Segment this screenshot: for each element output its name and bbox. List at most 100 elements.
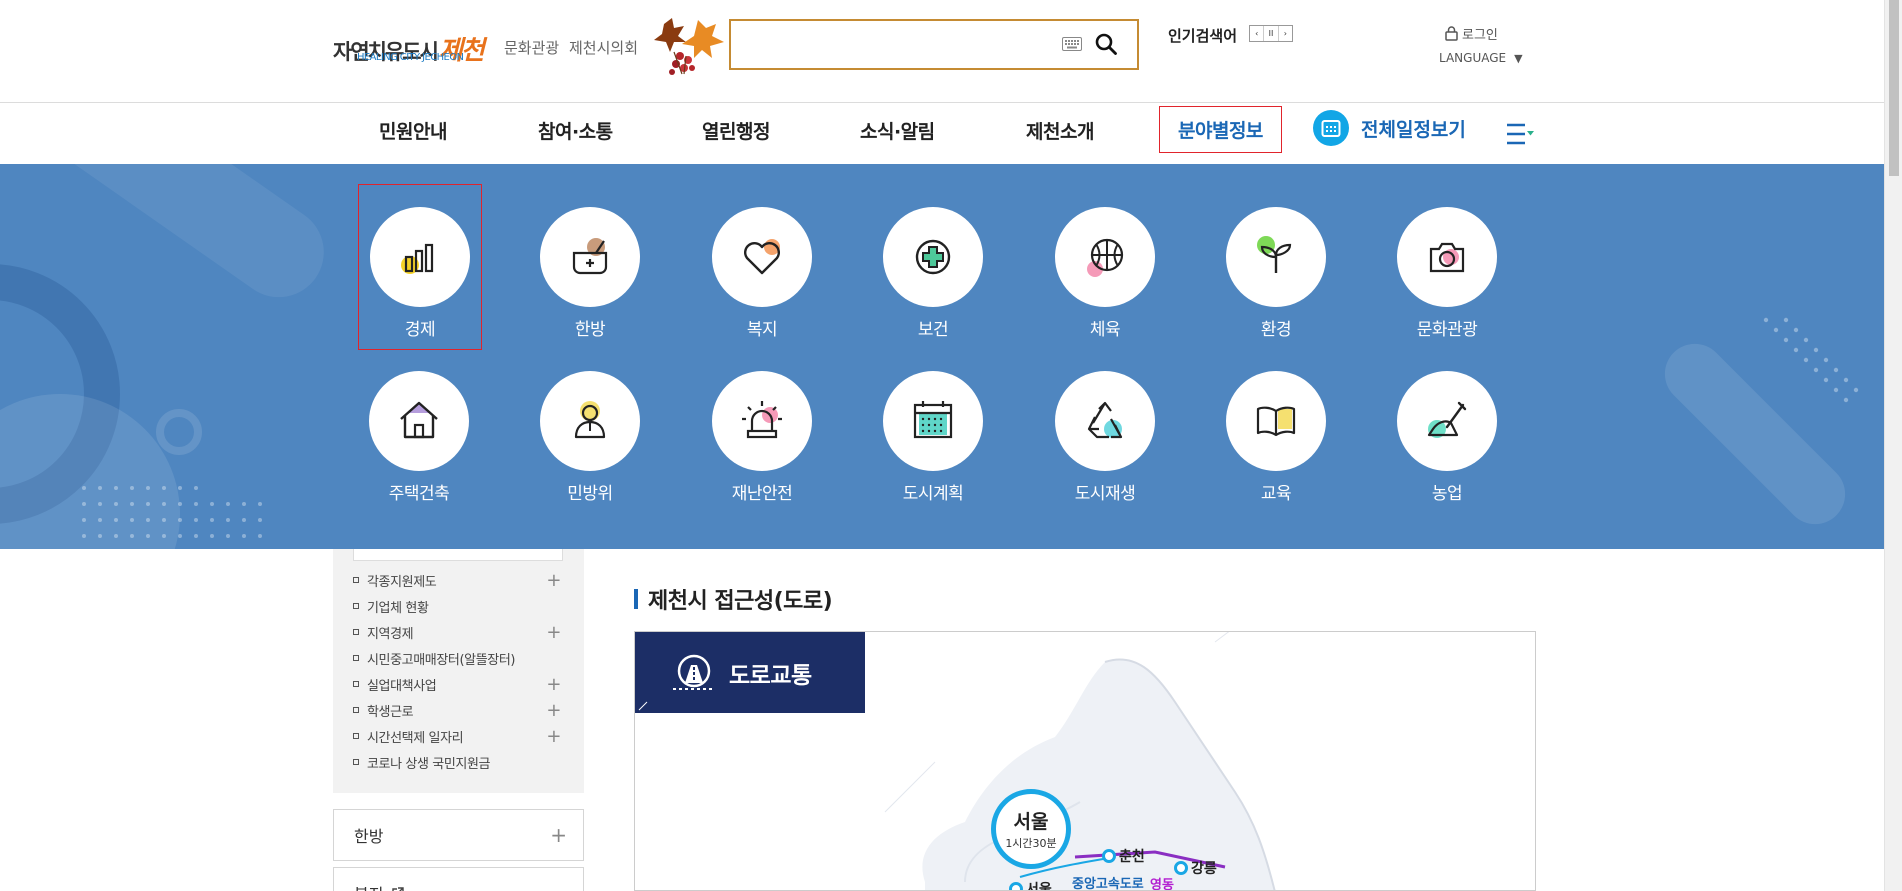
bullet-square-icon bbox=[353, 577, 359, 583]
prev-keyword-button[interactable]: ‹ bbox=[1250, 26, 1265, 41]
category-label: 환경 bbox=[1260, 320, 1292, 340]
sidebar-item-used-market[interactable]: 시민중고매매장터(알뜰장터) bbox=[353, 645, 568, 671]
bullet-square-icon bbox=[353, 629, 359, 635]
category-economy[interactable]: 경제 bbox=[358, 184, 482, 350]
recycle-icon bbox=[1087, 401, 1123, 439]
search-box bbox=[729, 19, 1139, 70]
category-urban-planning[interactable]: 도시계획 bbox=[878, 371, 988, 504]
sidebar: 각종지원제도 + 기업체 현황 지역경제 + 시민중고매매장터(알뜰장터) 실업대책… bbox=[333, 549, 584, 891]
sidebar-item-label: 시간선택제 일자리 bbox=[367, 730, 464, 746]
all-schedule-label: 전체일정보기 bbox=[1361, 118, 1466, 141]
sidebar-item-part-time-jobs[interactable]: 시간선택제 일자리 + bbox=[353, 723, 568, 749]
menu-toggle-icon[interactable] bbox=[1505, 121, 1535, 147]
sidebar-item-support-systems[interactable]: 각종지원제도 + bbox=[353, 567, 568, 593]
category-sports[interactable]: 체육 bbox=[1050, 207, 1160, 340]
next-keyword-button[interactable]: › bbox=[1279, 26, 1292, 41]
category-health[interactable]: 보건 bbox=[878, 207, 988, 340]
sidebar-category-welfare[interactable]: 복지 bbox=[333, 867, 584, 891]
calendar-icon bbox=[1313, 110, 1349, 146]
scrollbar-thumb[interactable] bbox=[1889, 0, 1899, 176]
sidebar-item-label: 각종지원제도 bbox=[367, 574, 437, 590]
category-disaster-safety[interactable]: 재난안전 bbox=[707, 371, 817, 504]
nav-about-jecheon[interactable]: 제천소개 bbox=[1026, 117, 1094, 144]
bullet-square-icon bbox=[353, 707, 359, 713]
road-traffic-badge: 도로교통 bbox=[635, 632, 865, 713]
category-label: 주택건축 bbox=[388, 484, 450, 504]
nav-field-info[interactable]: 분야별정보 bbox=[1159, 106, 1282, 153]
decor-small-ring bbox=[156, 409, 202, 455]
category-label: 보건 bbox=[917, 320, 949, 340]
logo-subtitle: HEALING CITY JECHEON bbox=[357, 52, 464, 63]
siren-icon bbox=[742, 401, 782, 439]
camera-icon bbox=[1429, 242, 1465, 273]
category-herbal-circle bbox=[540, 207, 640, 307]
link-city-council[interactable]: 제천시의회 bbox=[569, 37, 638, 58]
category-label: 도시재생 bbox=[1074, 484, 1136, 504]
category-label: 재난안전 bbox=[731, 484, 793, 504]
pause-keyword-button[interactable]: II bbox=[1264, 26, 1279, 41]
sidebar-category-herbal[interactable]: 한방 + bbox=[333, 809, 584, 861]
map-pin-icon bbox=[1009, 882, 1023, 890]
sidebar-item-company-status[interactable]: 기업체 현황 bbox=[353, 593, 568, 619]
category-civil-defense[interactable]: 민방위 bbox=[535, 371, 645, 504]
map-pin-icon bbox=[1102, 849, 1116, 863]
bullet-square-icon bbox=[353, 759, 359, 765]
category-disaster-safety-circle bbox=[712, 371, 812, 471]
all-schedule-button[interactable]: 전체일정보기 bbox=[1313, 110, 1466, 146]
category-culture-tourism[interactable]: 문화관광 bbox=[1392, 207, 1502, 340]
sidebar-item-label: 지역경제 bbox=[367, 626, 414, 642]
language-select[interactable]: LANGUAGE ▼ bbox=[1439, 51, 1523, 65]
category-environment[interactable]: 환경 bbox=[1221, 207, 1331, 340]
sidebar-item-label: 실업대책사업 bbox=[367, 678, 437, 694]
search-icon[interactable] bbox=[1094, 32, 1118, 56]
keyboard-icon[interactable] bbox=[1062, 37, 1082, 51]
link-culture-tourism[interactable]: 문화관광 bbox=[504, 37, 559, 58]
search-input[interactable] bbox=[741, 31, 1041, 59]
nav-civil-service[interactable]: 민원안내 bbox=[379, 117, 447, 144]
category-urban-planning-circle bbox=[883, 371, 983, 471]
category-agriculture[interactable]: 농업 bbox=[1392, 371, 1502, 504]
sidebar-item-unemployment[interactable]: 실업대책사업 + bbox=[353, 671, 568, 697]
calendar-grid-icon bbox=[913, 401, 953, 439]
plus-icon[interactable]: + bbox=[546, 622, 561, 643]
economy-chart-icon bbox=[401, 243, 434, 274]
book-icon bbox=[1256, 406, 1296, 437]
sidebar-economy-submenu: 각종지원제도 + 기업체 현황 지역경제 + 시민중고매매장터(알뜰장터) 실업대책… bbox=[333, 549, 584, 793]
nav-news[interactable]: 소식·알림 bbox=[860, 117, 935, 144]
plus-icon[interactable]: + bbox=[550, 823, 567, 847]
bullet-square-icon bbox=[353, 603, 359, 609]
city-label: 춘천 bbox=[1119, 849, 1145, 865]
plus-icon[interactable]: + bbox=[546, 570, 561, 591]
login-link[interactable]: 로그인 bbox=[1445, 24, 1498, 43]
sidebar-item-covid-support[interactable]: 코로나 상생 국민지원금 bbox=[353, 749, 568, 775]
road-label-jungang: 중앙고속도로 bbox=[1072, 877, 1144, 891]
plus-icon[interactable]: + bbox=[546, 726, 561, 747]
category-welfare-circle bbox=[712, 207, 812, 307]
seoul-time-marker: 서울 1시간30분 bbox=[991, 789, 1071, 869]
main-nav: 민원안내 참여·소통 열린행정 소식·알림 제천소개 분야별정보 전체일정보기 bbox=[0, 104, 1884, 164]
bullet-square-icon bbox=[353, 733, 359, 739]
nav-participation[interactable]: 참여·소통 bbox=[538, 117, 613, 144]
sidebar-item-student-work[interactable]: 학생근로 + bbox=[353, 697, 568, 723]
category-education[interactable]: 교육 bbox=[1221, 371, 1331, 504]
plus-icon[interactable]: + bbox=[546, 700, 561, 721]
sidebar-item-local-economy[interactable]: 지역경제 + bbox=[353, 619, 568, 645]
page-scrollbar[interactable] bbox=[1884, 0, 1902, 891]
category-housing[interactable]: 주택건축 bbox=[364, 371, 474, 504]
city-label: 서울 bbox=[1026, 882, 1052, 891]
site-logo[interactable]: 자연치유도시제천 HEALING CITY JECHEON bbox=[333, 22, 493, 68]
heart-icon bbox=[744, 239, 780, 275]
nav-open-admin[interactable]: 열린행정 bbox=[702, 117, 770, 144]
farm-shovel-icon bbox=[1427, 401, 1467, 438]
plus-icon[interactable]: + bbox=[546, 674, 561, 695]
category-herbal[interactable]: 한방 bbox=[535, 207, 645, 340]
category-welfare[interactable]: 복지 bbox=[707, 207, 817, 340]
sidebar-submenu-top bbox=[353, 549, 563, 561]
popular-keywords-controls: ‹ II › bbox=[1249, 25, 1293, 42]
category-urban-regeneration[interactable]: 도시재생 bbox=[1050, 371, 1160, 504]
herbal-medicine-icon bbox=[572, 238, 608, 275]
category-education-circle bbox=[1226, 371, 1326, 471]
category-environment-circle bbox=[1226, 207, 1326, 307]
badge-corner-slash bbox=[638, 701, 648, 711]
road-label-yeongdong: 영동 bbox=[1150, 878, 1174, 891]
